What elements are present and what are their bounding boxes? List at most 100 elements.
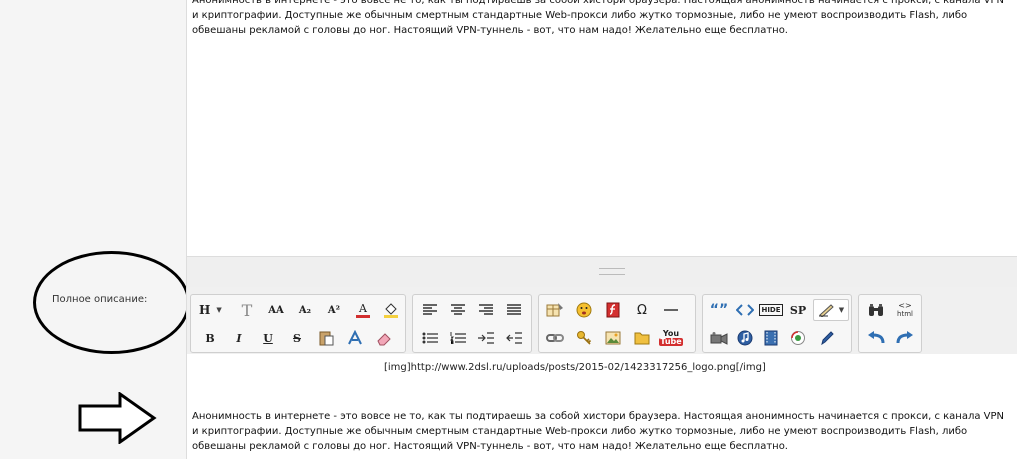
text-color-label: A — [359, 301, 367, 315]
heading-label: H — [199, 303, 211, 317]
image-button[interactable] — [602, 327, 624, 349]
film-button[interactable] — [760, 327, 782, 349]
text-color-button[interactable]: A — [352, 299, 374, 321]
font-button[interactable]: T — [236, 299, 258, 321]
youtube-tube-label: Tube — [659, 337, 683, 346]
table-button[interactable] — [544, 299, 566, 321]
superscript-button[interactable]: A² — [323, 299, 345, 321]
outdent-button[interactable] — [503, 327, 525, 349]
flash-icon — [606, 302, 620, 318]
align-left-icon — [423, 304, 437, 315]
hide-icon: HIDE — [759, 304, 783, 316]
key-icon — [577, 331, 592, 345]
outdent-icon — [506, 332, 522, 344]
editor-resize-bar[interactable] — [186, 257, 1017, 287]
undo-button[interactable] — [865, 327, 887, 349]
indent-icon — [478, 332, 494, 344]
align-justify-icon — [507, 304, 521, 315]
img-bbcode-line: [img]http://www.2dsl.ru/uploads/posts/20… — [384, 362, 766, 373]
video-button[interactable] — [708, 327, 730, 349]
font-style-icon — [348, 330, 362, 345]
align-justify-button[interactable] — [503, 299, 525, 321]
html-code-icon: <> — [898, 301, 912, 310]
editor-preview-area[interactable]: Анонимность в интернете - это вовсе не т… — [186, 0, 1017, 257]
form-label-column: Полное описание: — [0, 0, 186, 459]
folder-icon — [634, 332, 650, 345]
underline-label: U — [263, 331, 273, 345]
chevron-down-icon: ▼ — [216, 306, 222, 314]
font-style-button[interactable] — [344, 327, 366, 349]
strike-button[interactable]: S — [286, 327, 308, 349]
editor-toolbar: H ▼ T AA A₂ A² A B I U S Ω You Tube “” H… — [186, 287, 1017, 354]
superscript-label: A² — [327, 304, 341, 316]
paint-bucket-icon — [384, 303, 398, 318]
preview-paragraph: Анонимность в интернете - это вовсе не т… — [192, 0, 1005, 36]
music-icon — [737, 330, 753, 346]
pen-icon — [818, 304, 834, 317]
highlight-button[interactable] — [380, 299, 402, 321]
spoiler-button[interactable]: SP — [787, 299, 809, 321]
source-paragraph: Анонимность в интернете - это вовсе не т… — [192, 411, 1005, 452]
resize-grip-icon[interactable] — [599, 268, 625, 275]
flash-button[interactable] — [602, 299, 624, 321]
media-player-button[interactable] — [787, 327, 809, 349]
toolbar-group-media: “” HIDE SP ▼ — [702, 294, 852, 353]
find-button[interactable] — [865, 299, 887, 321]
code-button[interactable] — [734, 299, 756, 321]
link-button[interactable] — [544, 327, 566, 349]
font-size-button[interactable]: AA — [265, 299, 287, 321]
quote-button[interactable]: “” — [708, 299, 730, 321]
italic-button[interactable]: I — [228, 327, 250, 349]
strike-label: S — [293, 331, 301, 345]
film-icon — [764, 330, 778, 346]
underline-button[interactable]: U — [257, 327, 279, 349]
image-icon — [605, 331, 621, 345]
align-right-icon — [479, 304, 493, 315]
paste-button[interactable] — [315, 327, 337, 349]
bullet-list-icon — [422, 332, 438, 344]
edit-button[interactable] — [816, 327, 838, 349]
special-char-button[interactable]: Ω — [631, 299, 653, 321]
align-center-icon — [451, 304, 465, 315]
hide-button[interactable]: HIDE — [759, 299, 783, 321]
toolbar-group-align — [412, 294, 532, 353]
clipboard-icon — [319, 331, 334, 346]
html-label: html — [897, 310, 913, 318]
edit-pen-icon — [821, 331, 834, 346]
code-icon — [736, 304, 754, 316]
redo-icon — [896, 331, 913, 344]
horizontal-rule-button[interactable] — [660, 299, 682, 321]
html-button[interactable]: <> html — [894, 299, 916, 321]
youtube-button[interactable]: You Tube — [659, 327, 683, 349]
numbered-list-icon — [450, 332, 466, 344]
heading-button[interactable]: H ▼ — [197, 299, 227, 321]
player-icon — [791, 331, 805, 345]
horizontal-rule-icon — [664, 309, 678, 311]
annotation-arrow-icon — [78, 392, 157, 444]
smiley-button[interactable] — [573, 299, 595, 321]
numbered-list-button[interactable] — [447, 327, 469, 349]
italic-label: I — [236, 331, 242, 345]
bold-button[interactable]: B — [199, 327, 221, 349]
indent-button[interactable] — [475, 327, 497, 349]
clear-format-button[interactable] — [373, 327, 395, 349]
redo-button[interactable] — [894, 327, 916, 349]
align-left-button[interactable] — [419, 299, 441, 321]
folder-button[interactable] — [631, 327, 653, 349]
eraser-icon — [377, 333, 391, 346]
align-center-button[interactable] — [447, 299, 469, 321]
omega-icon: Ω — [637, 302, 647, 318]
subscript-label: A₂ — [298, 304, 312, 316]
key-button[interactable] — [573, 327, 595, 349]
video-camera-icon — [710, 332, 728, 345]
audio-button[interactable] — [734, 327, 756, 349]
signature-button[interactable]: ▼ — [813, 299, 849, 321]
editor-source-area[interactable]: [img]http://www.2dsl.ru/uploads/posts/20… — [186, 354, 1017, 459]
font-size-label: AA — [268, 304, 284, 316]
bullet-list-button[interactable] — [419, 327, 441, 349]
align-right-button[interactable] — [475, 299, 497, 321]
subscript-button[interactable]: A₂ — [294, 299, 316, 321]
spoiler-icon: SP — [789, 303, 807, 317]
binoculars-icon — [869, 304, 883, 316]
table-icon — [546, 303, 563, 317]
